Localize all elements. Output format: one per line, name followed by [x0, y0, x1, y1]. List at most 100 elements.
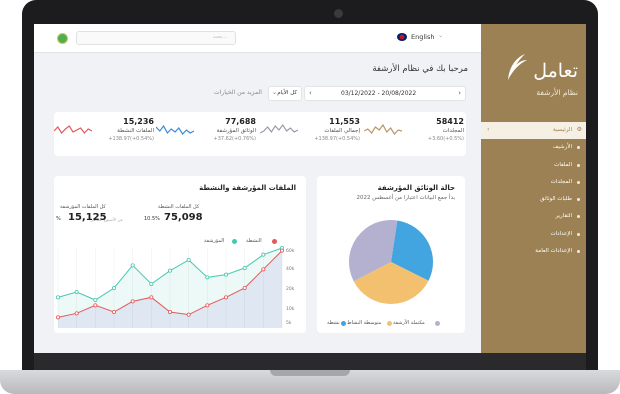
stat-total-files: 11,553 إجمالي الملفات +138.97(+0.54%) — [260, 117, 360, 153]
bullet-icon — [577, 198, 580, 202]
card-subtitle: بدأ جمع البيانات اعتبارا من أغسطس 2022 — [356, 195, 455, 201]
data-point[interactable] — [112, 286, 117, 291]
feather-icon — [508, 54, 527, 80]
prev-arrow-icon[interactable]: ‹ — [309, 89, 312, 97]
data-point[interactable] — [168, 310, 173, 315]
data-point[interactable] — [74, 290, 79, 295]
search-input[interactable]: بحث... — [76, 31, 236, 45]
data-point[interactable] — [186, 257, 191, 262]
data-point[interactable] — [74, 311, 79, 316]
data-point[interactable] — [261, 267, 266, 272]
data-point[interactable] — [149, 295, 154, 300]
sidebar-item-settings[interactable]: الإعدادات — [481, 226, 586, 243]
sidebar-item-files[interactable]: الملفات — [481, 157, 586, 174]
data-point[interactable] — [205, 275, 210, 280]
app-screen: بحث... English ⌄ تعامل نظام الأرشفة ⚙ ال… — [34, 24, 586, 353]
data-point[interactable] — [242, 286, 247, 291]
sidebar-item-folders[interactable]: المجلدات — [481, 174, 586, 191]
data-point[interactable] — [223, 272, 228, 277]
bullet-icon — [577, 146, 580, 150]
y-tick-label: 10k — [286, 306, 295, 312]
data-point[interactable] — [149, 282, 154, 287]
sparkline-line — [156, 124, 194, 135]
data-point[interactable] — [93, 303, 98, 308]
sparkline-line — [54, 125, 92, 134]
kpi-value: 75,098 — [164, 212, 203, 223]
sidebar-item-general-settings[interactable]: الإعدادات العامة — [481, 243, 586, 260]
legend-label: مكتملة الأرشفة — [393, 320, 425, 326]
kpi-value: 15,125 — [68, 212, 107, 223]
sidebar-item-label: المجلدات — [550, 178, 572, 185]
data-point[interactable] — [130, 263, 135, 268]
sidebar-item-label: طلبات الوثائق — [540, 196, 572, 203]
bullet-icon — [577, 250, 580, 254]
sidebar-item-document-requests[interactable]: طلبات الوثائق — [481, 191, 586, 208]
uk-flag-icon[interactable] — [397, 33, 407, 41]
laptop-notch — [270, 370, 350, 376]
search-placeholder: بحث... — [212, 34, 227, 40]
data-point[interactable] — [223, 295, 228, 300]
line-chart-card: الملفات المؤرشفة والنشطة كل الملفات النش… — [54, 176, 306, 333]
stat-label: الوثائق المؤرشفة — [216, 128, 256, 134]
data-point[interactable] — [93, 298, 98, 303]
sparkline-line — [260, 123, 298, 134]
data-point[interactable] — [242, 265, 247, 270]
laptop-hinge — [34, 353, 586, 370]
sidebar-item-archive[interactable]: الأرشيف — [481, 139, 586, 156]
more-options-link[interactable]: المزيد من الخيارات — [214, 89, 262, 96]
stat-label: إجمالي الملفات — [324, 128, 360, 134]
sidebar-nav: ⚙ الرئيسية ‹ الأرشيف الملفات المجلدات طل… — [481, 122, 586, 260]
stat-value: 15,236 — [123, 117, 154, 126]
sparkline — [156, 124, 194, 135]
sidebar-item-home[interactable]: ⚙ الرئيسية ‹ — [481, 122, 586, 140]
data-point[interactable] — [130, 299, 135, 304]
sidebar-item-label: الرئيسية — [553, 127, 572, 133]
y-tick-label: 60k — [286, 248, 295, 254]
date-range-text: 03/12/2022 - 20/08/2022 — [341, 90, 417, 97]
stat-value: 11,553 — [329, 117, 360, 126]
legend-label: نشطة — [327, 320, 340, 326]
stat-label: المجلدات — [442, 128, 464, 134]
data-point[interactable] — [168, 268, 173, 273]
language-selector[interactable]: English — [411, 33, 434, 41]
data-point[interactable] — [112, 310, 117, 315]
legend-swatch — [387, 321, 392, 326]
sidebar-item-reports[interactable]: التقارير — [481, 208, 586, 225]
sidebar-item-label: الأرشيف — [552, 144, 572, 151]
bullet-icon — [577, 232, 580, 236]
stat-delta: +37.62(+0.76%) — [213, 136, 256, 142]
next-arrow-icon[interactable]: › — [458, 89, 461, 97]
sidebar-item-label: التقارير — [555, 213, 572, 220]
pie-chart-card: حالة الوثائق المؤرشفة بدأ جمع البيانات ا… — [317, 176, 465, 333]
chevron-down-icon[interactable]: ⌄ — [438, 32, 443, 39]
y-tick-label: 5k — [286, 320, 292, 326]
period-value: كل الأيام — [277, 90, 297, 96]
period-select[interactable]: ⌄ كل الأيام — [268, 86, 302, 101]
data-point[interactable] — [56, 315, 61, 320]
kpi-label: كل الملفات النشطة — [158, 204, 200, 210]
laptop-base — [0, 370, 620, 394]
y-tick-label: 20k — [286, 286, 295, 292]
legend-label: متوسطة النشاط — [347, 320, 382, 326]
data-point[interactable] — [279, 248, 284, 253]
data-point[interactable] — [205, 303, 210, 308]
gear-icon: ⚙ — [576, 126, 582, 133]
line-chart: 5k 10k 20k 40k 60k — [56, 246, 295, 328]
user-avatar[interactable] — [57, 33, 68, 44]
date-range-picker[interactable]: ‹ 03/12/2022 - 20/08/2022 › — [304, 86, 466, 101]
bullet-icon — [577, 180, 580, 184]
stat-folders: 58412 المجلدات +3.60(+0.5%) — [364, 117, 464, 153]
stat-delta: +3.60(+0.5%) — [427, 136, 464, 142]
data-point[interactable] — [186, 312, 191, 317]
topbar: بحث... English ⌄ — [34, 24, 481, 53]
logo: تعامل نظام الأرشفة — [487, 44, 582, 110]
data-point[interactable] — [261, 252, 266, 257]
sidebar: تعامل نظام الأرشفة ⚙ الرئيسية ‹ الأرشيف … — [481, 24, 586, 353]
sidebar-item-label: الملفات — [554, 161, 572, 168]
legend-swatch — [435, 321, 440, 326]
data-point[interactable] — [56, 295, 61, 300]
stat-active-files: 15,236 الملفات النشطة +138.97(+0.54%) — [54, 117, 154, 153]
kpi-percent: 10.5% — [144, 216, 160, 222]
sidebar-item-label: الإعدادات — [550, 230, 572, 237]
kpi-percent: % — [56, 216, 61, 222]
